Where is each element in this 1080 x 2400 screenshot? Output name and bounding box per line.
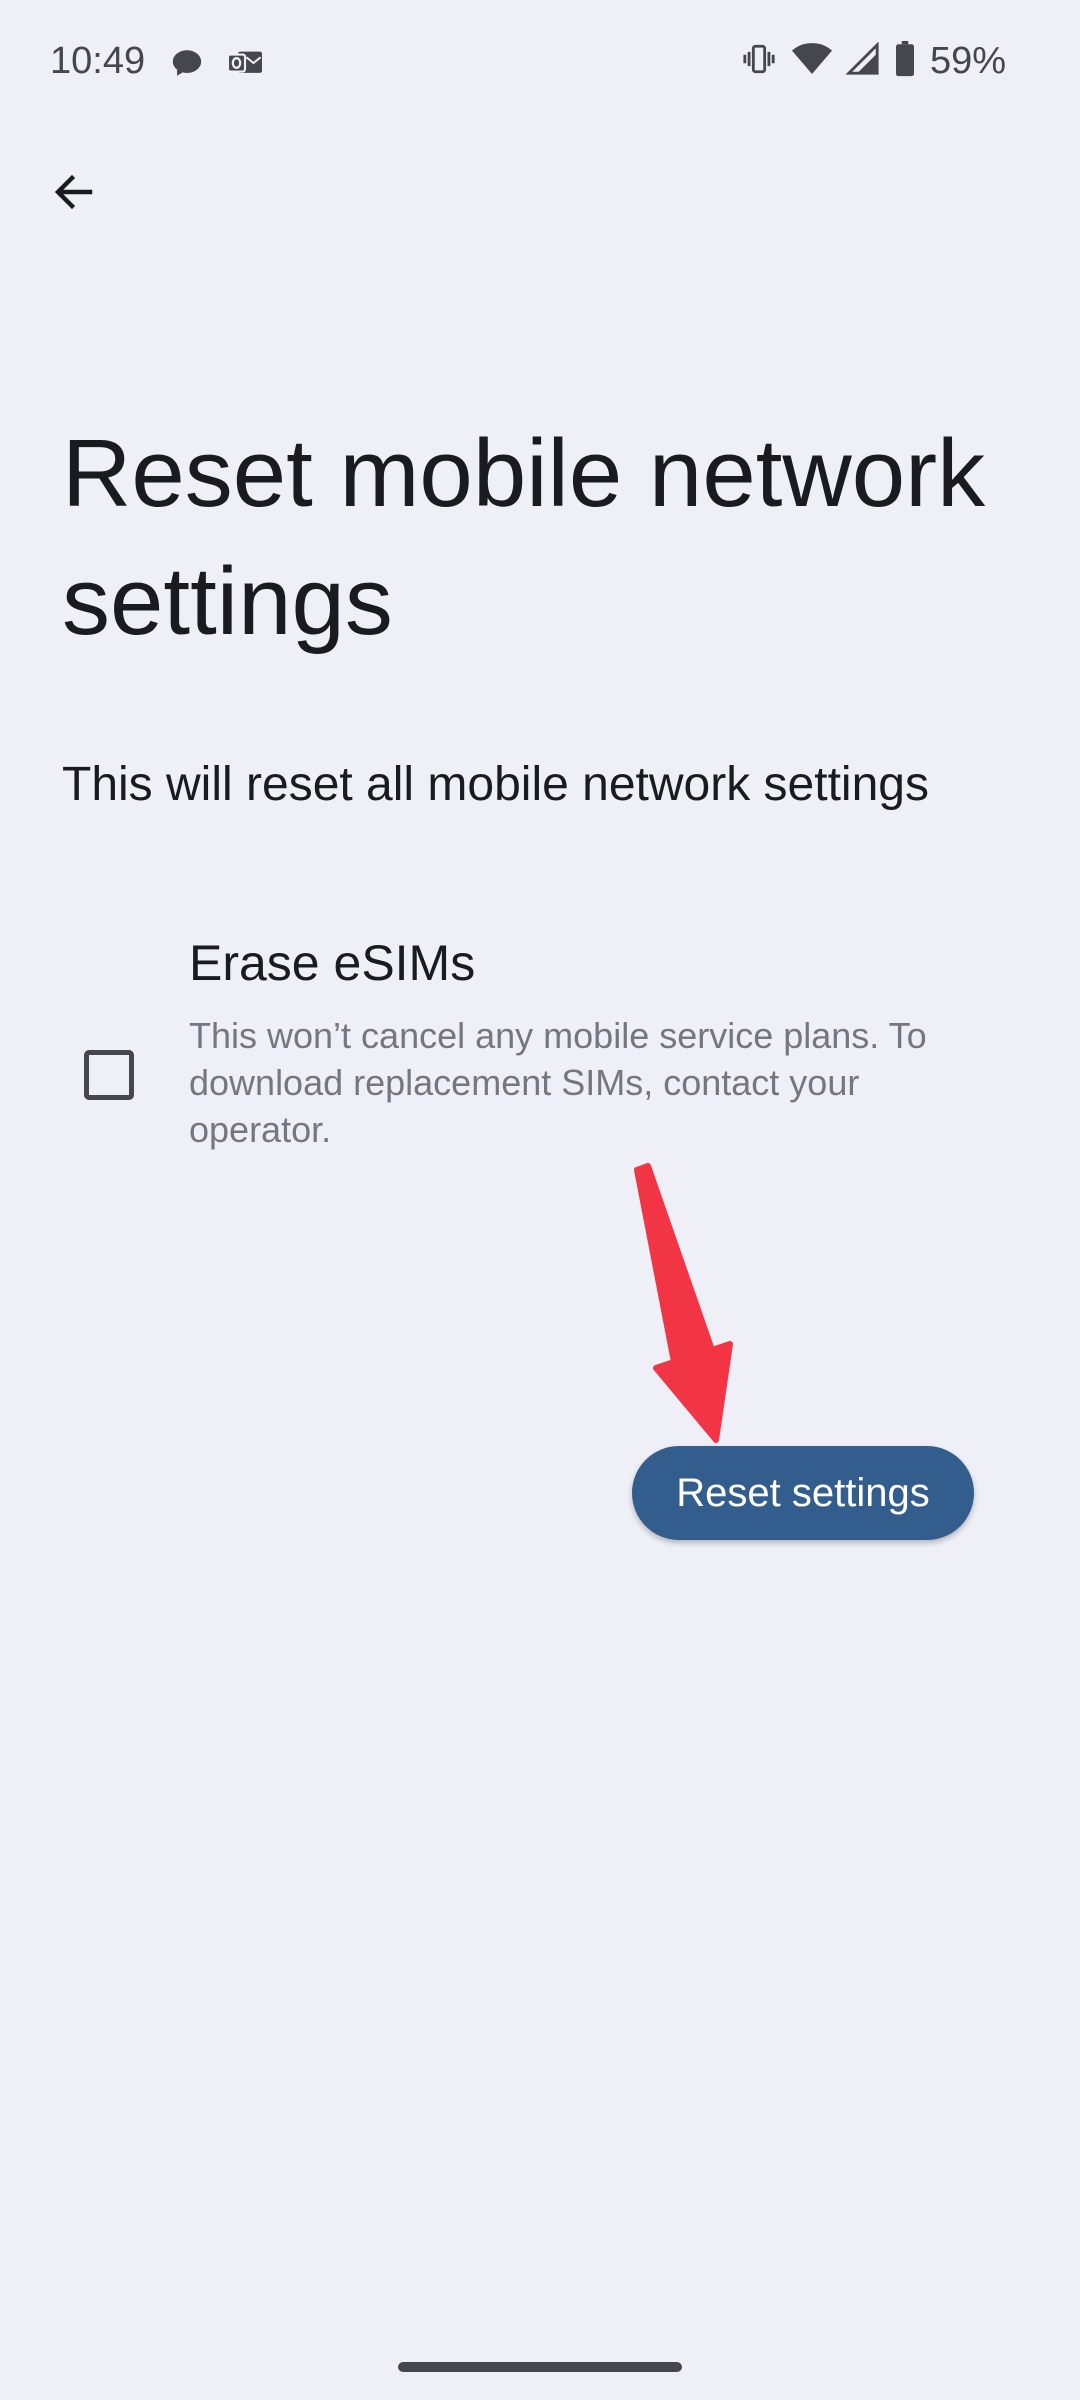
status-right: 59%: [740, 40, 1006, 83]
gesture-nav-handle[interactable]: [398, 2362, 682, 2372]
erase-esims-checkbox[interactable]: [84, 1050, 134, 1100]
reset-settings-button[interactable]: Reset settings: [632, 1446, 974, 1540]
status-time: 10:49: [50, 40, 146, 82]
battery-percent: 59%: [929, 40, 1006, 82]
annotation-arrow-icon: [634, 1163, 733, 1443]
page-title: Reset mobile network settings: [62, 420, 986, 655]
back-button[interactable]: [40, 160, 108, 228]
chat-bubble-icon: [170, 46, 204, 85]
status-bar: 10:49 59%: [0, 0, 1080, 130]
erase-esims-option[interactable]: Erase eSIMs This won’t cancel any mobile…: [62, 920, 1042, 1160]
arrow-left-icon: [50, 168, 98, 221]
vibrate-icon: [740, 42, 778, 81]
battery-icon: [894, 41, 916, 82]
wifi-icon: [791, 42, 832, 81]
page-description: This will reset all mobile network setti…: [62, 758, 929, 811]
status-left-icons: [170, 46, 264, 85]
outlook-mail-icon: [226, 46, 264, 85]
erase-esims-title: Erase eSIMs: [189, 935, 476, 991]
cellular-signal-icon: [845, 41, 880, 81]
erase-esims-summary: This won’t cancel any mobile service pla…: [189, 1015, 927, 1150]
